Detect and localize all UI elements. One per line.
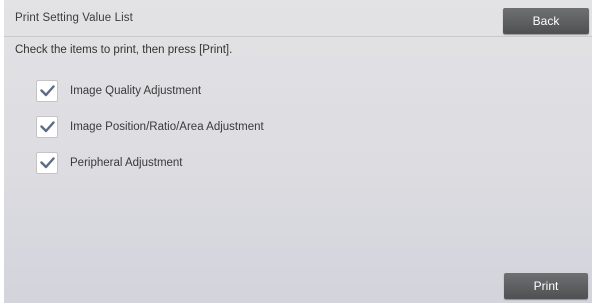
- print-options-list: Image Quality Adjustment Image Position/…: [36, 78, 264, 186]
- option-label: Peripheral Adjustment: [70, 157, 183, 169]
- title-divider: [4, 36, 592, 37]
- option-label: Image Position/Ratio/Area Adjustment: [70, 121, 264, 133]
- print-setting-screen: Print Setting Value List Back Check the …: [0, 0, 596, 307]
- checkbox-image-position-ratio-area-adjustment[interactable]: [36, 116, 58, 138]
- option-label: Image Quality Adjustment: [70, 85, 202, 97]
- checkmark-icon: [39, 121, 55, 133]
- option-peripheral-adjustment[interactable]: Peripheral Adjustment: [36, 150, 264, 176]
- print-button[interactable]: Print: [504, 273, 588, 299]
- back-button[interactable]: Back: [503, 8, 589, 34]
- instructions-text: Check the items to print, then press [Pr…: [15, 44, 233, 56]
- checkmark-icon: [39, 85, 55, 97]
- page-title: Print Setting Value List: [15, 12, 133, 24]
- checkmark-icon: [39, 157, 55, 169]
- checkbox-peripheral-adjustment[interactable]: [36, 152, 58, 174]
- checkbox-image-quality-adjustment[interactable]: [36, 80, 58, 102]
- option-image-quality-adjustment[interactable]: Image Quality Adjustment: [36, 78, 264, 104]
- option-image-position-ratio-area-adjustment[interactable]: Image Position/Ratio/Area Adjustment: [36, 114, 264, 140]
